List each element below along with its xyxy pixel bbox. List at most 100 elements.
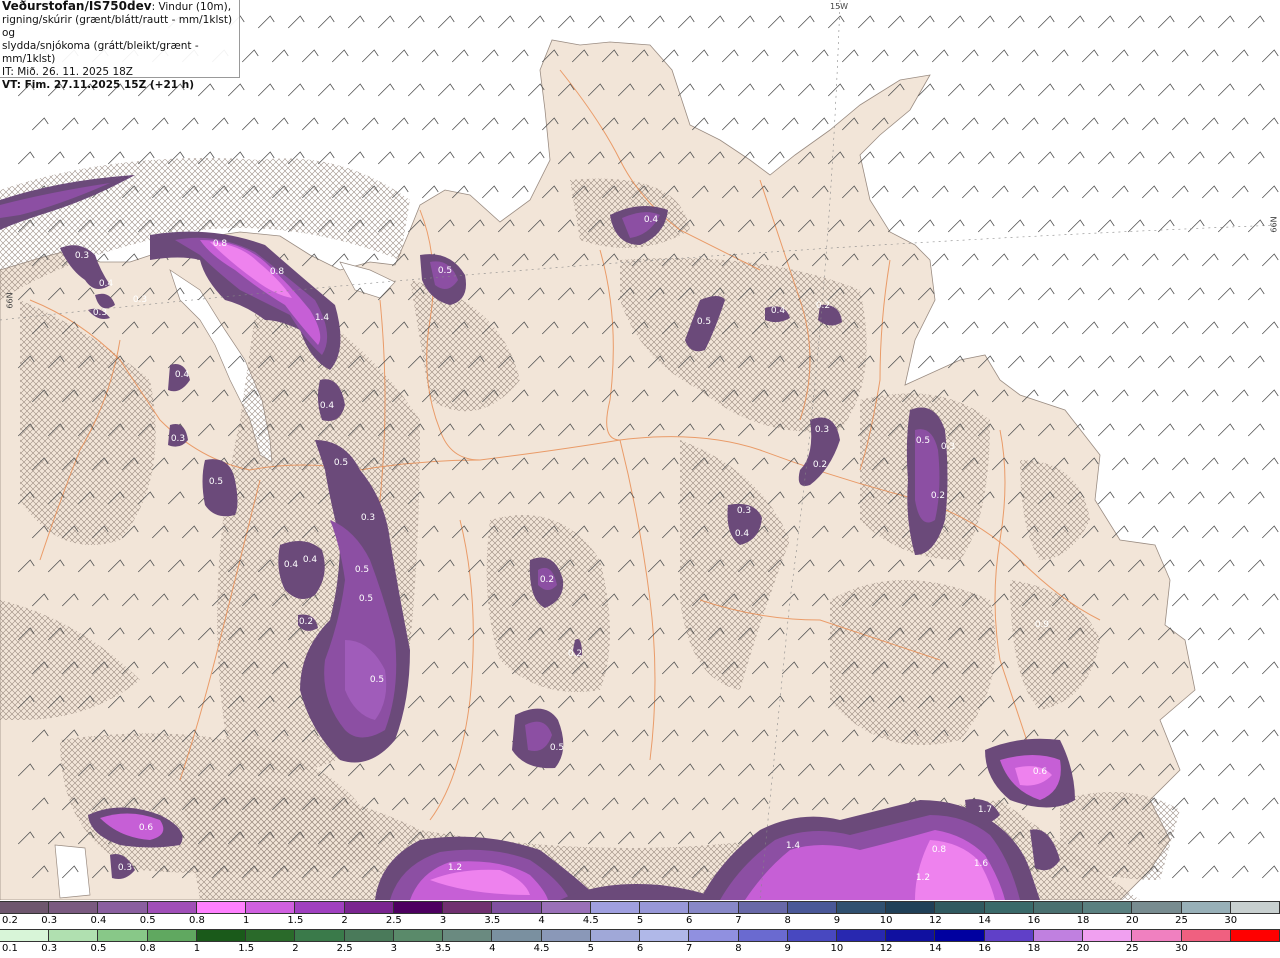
precip-value-label: 0.2 bbox=[931, 491, 945, 501]
precip-value-label: 0.3 bbox=[118, 863, 132, 873]
legend-swatch bbox=[590, 902, 641, 913]
legend-tick-label: 7 bbox=[735, 915, 742, 926]
precip-value-label: 1.6 bbox=[974, 859, 989, 869]
precip-value-label: 0.3 bbox=[361, 513, 375, 523]
precip-value-label: 0.5 bbox=[334, 458, 348, 468]
legend-swatch bbox=[196, 930, 247, 941]
precip-value-label: 0.3 bbox=[93, 308, 107, 318]
legend-swatch bbox=[935, 930, 985, 941]
legend-tick-label: 0.3 bbox=[41, 943, 58, 954]
legend-swatch bbox=[147, 902, 197, 913]
precip-value-label: 0.5 bbox=[438, 266, 452, 276]
legend-tick-label: 9 bbox=[784, 943, 791, 954]
precip-value-label: 0.5 bbox=[370, 675, 384, 685]
precip-value-label: 0.8 bbox=[270, 267, 285, 277]
legend-swatch bbox=[1083, 930, 1133, 941]
legend-swatch bbox=[443, 902, 493, 913]
legend-tick-label: 30 bbox=[1175, 943, 1188, 954]
precip-value-label: 0.6 bbox=[139, 823, 154, 833]
legend-swatch bbox=[689, 902, 739, 913]
legend-tick-label: 25 bbox=[1125, 943, 1139, 954]
precip-value-label: 0.4 bbox=[735, 529, 750, 539]
precip-value-label: 0.4 bbox=[320, 401, 335, 411]
legend-swatch bbox=[541, 902, 591, 913]
legend-swatch bbox=[295, 902, 345, 913]
legend-swatch bbox=[984, 930, 1034, 941]
legend-tick-label: 12 bbox=[879, 943, 893, 954]
legend-tick-label: 30 bbox=[1224, 915, 1238, 926]
legend-swatch bbox=[689, 930, 739, 941]
precip-value-label: 0.4 bbox=[303, 555, 318, 565]
legend-tick-label: 2 bbox=[341, 915, 348, 926]
precip-value-label: 0.5 bbox=[355, 565, 369, 575]
description-line2: rigning/skúrir (grænt/blátt/rautt - mm/1… bbox=[2, 14, 233, 39]
legend-tick-label: 12 bbox=[929, 915, 942, 926]
legend-swatch bbox=[1230, 902, 1280, 913]
legend-tick-label: 14 bbox=[929, 943, 942, 954]
model-source: Veðurstofan/IS750dev bbox=[2, 0, 152, 13]
legend-tick-label: 9 bbox=[833, 915, 841, 926]
longitude-label: 15W bbox=[830, 2, 849, 11]
precip-value-label: 1.7 bbox=[978, 805, 992, 815]
legend-tick-label: 0.8 bbox=[188, 915, 205, 926]
legend-tick-label: 6 bbox=[636, 943, 644, 954]
precip-value-label: 0.5 bbox=[916, 436, 930, 446]
legend-swatch bbox=[787, 930, 837, 941]
legend-swatch bbox=[1181, 930, 1231, 941]
precip-value-label: 0.3 bbox=[171, 434, 185, 444]
legend-swatch bbox=[935, 902, 985, 913]
precip-value-label: 0.4 bbox=[284, 560, 299, 570]
legend-tick-label: 2 bbox=[292, 943, 299, 954]
legend-tick-label: 1 bbox=[242, 915, 250, 926]
precip-value-label: 0.2 bbox=[299, 617, 313, 627]
legend-swatch bbox=[738, 902, 788, 913]
legend-swatch bbox=[1181, 902, 1231, 913]
legend-tick-label: 10 bbox=[830, 943, 844, 954]
precip-value-label: 0.2 bbox=[540, 575, 554, 585]
latitude-label-right: 66N bbox=[1269, 216, 1279, 233]
precip-value-label: 1.2 bbox=[448, 863, 462, 873]
legend-swatch bbox=[393, 902, 444, 913]
precip-value-label: 1.4 bbox=[786, 841, 801, 851]
precip-value-label: 0.2 bbox=[816, 301, 830, 311]
legend-tick-label: 0.5 bbox=[90, 943, 107, 954]
legend-snow-ticks: 0.2 0.3 0.4 0.5 0.8 1 1.5 2 2.5 3 3.5 4 4.5 5 6 7 8 9 10 12… bbox=[0, 915, 1280, 929]
legend-swatch bbox=[984, 902, 1034, 913]
legend-tick-label: 7 bbox=[686, 943, 693, 954]
precip-value-label: 0.3 bbox=[133, 295, 147, 305]
legend-swatch bbox=[49, 930, 99, 941]
legend-rain-ticks: 0.1 0.3 0.5 0.8 1 1.5 2 2.5 3 3.5 4 4.5 5 6 7 8 9 10 12 14 1… bbox=[0, 943, 1280, 957]
legend-swatch bbox=[836, 902, 887, 913]
precip-value-label: 0.3 bbox=[737, 506, 751, 516]
legend-tick-label: 18 bbox=[1076, 915, 1090, 926]
precip-value-label: 0.4 bbox=[644, 215, 659, 225]
legend-swatch bbox=[590, 930, 641, 941]
legend-tick-label: 0.5 bbox=[139, 915, 156, 926]
legend-tick-label: 3.5 bbox=[484, 915, 501, 926]
legend-swatch bbox=[246, 902, 296, 913]
legend-swatch bbox=[246, 930, 296, 941]
legend-tick-label: 1.5 bbox=[238, 943, 255, 954]
legend-tick-label: 0.8 bbox=[139, 943, 156, 954]
legend-rain-colorbar bbox=[0, 929, 1280, 942]
legend-swatch bbox=[196, 902, 247, 913]
issue-time: IT: Mið. 26. 11. 2025 18Z bbox=[2, 66, 133, 78]
precip-value-label: 0.2 bbox=[568, 649, 582, 659]
legend-tick-label: 0.4 bbox=[90, 915, 107, 926]
legend-tick-label: 10 bbox=[879, 915, 893, 926]
legend-tick-label: 20 bbox=[1076, 943, 1090, 954]
legend-tick-label: 2.5 bbox=[336, 943, 353, 954]
precip-value-label: 0.4 bbox=[175, 370, 190, 380]
legend-swatch bbox=[1230, 930, 1280, 941]
precip-value-label: 0.3 bbox=[815, 425, 829, 435]
legend-swatch bbox=[0, 902, 50, 913]
valid-time: VT: Fim. 27.11.2025 15Z (+21 h) bbox=[2, 79, 195, 91]
legend-swatch bbox=[98, 902, 148, 913]
legend-tick-label: 18 bbox=[1027, 943, 1041, 954]
precip-value-label: 0.8 bbox=[932, 845, 947, 855]
precip-value-label: 1.4 bbox=[315, 313, 330, 323]
legend-swatch bbox=[492, 930, 542, 941]
precip-value-label: 1.2 bbox=[916, 873, 930, 883]
legend-swatch bbox=[1033, 902, 1084, 913]
legend-swatch bbox=[1132, 930, 1182, 941]
